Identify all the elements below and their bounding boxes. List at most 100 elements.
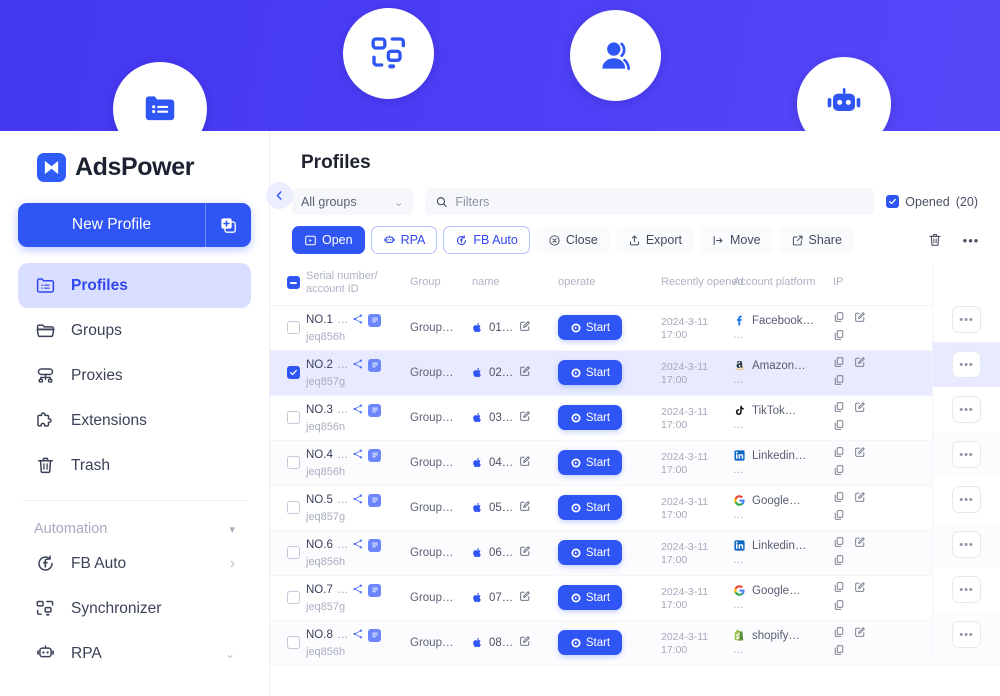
header-name[interactable]: name	[472, 264, 558, 305]
copy-ip-button[interactable]	[833, 311, 845, 326]
copy-ip-secondary-button[interactable]	[833, 599, 930, 614]
row-more-button[interactable]: •••	[952, 576, 981, 603]
more-options-button[interactable]: •••	[956, 226, 986, 254]
sidebar-item-fb-auto[interactable]: FB Auto ›	[18, 541, 251, 586]
edit-name-button[interactable]	[519, 635, 531, 650]
table-row[interactable]: NO.3… jeq856n Group… 03… Start 2024-3-11 17:00…	[270, 395, 1000, 441]
sidebar-item-synchronizer[interactable]: Synchronizer	[18, 586, 251, 631]
row-select-cell[interactable]	[270, 350, 306, 395]
row-more-button[interactable]: •••	[952, 441, 981, 468]
header-recently-opened[interactable]: Recently opened	[661, 264, 744, 305]
sidebar-item-trash[interactable]: Trash	[18, 443, 251, 488]
profile-badge-icon[interactable]	[368, 403, 382, 417]
row-select-cell[interactable]	[270, 620, 306, 665]
row-checkbox[interactable]	[287, 456, 300, 470]
edit-name-button[interactable]	[519, 500, 531, 515]
row-select-cell[interactable]	[270, 575, 306, 620]
start-button[interactable]: Start	[558, 450, 622, 476]
edit-ip-button[interactable]	[854, 491, 866, 506]
opened-checkbox[interactable]	[886, 195, 900, 208]
edit-ip-button[interactable]	[854, 356, 866, 371]
start-button[interactable]: Start	[558, 585, 622, 611]
edit-name-button[interactable]	[519, 455, 531, 470]
copy-ip-button[interactable]	[833, 536, 845, 551]
opened-filter[interactable]: Opened (20)	[886, 195, 984, 209]
row-select-cell[interactable]	[270, 530, 306, 575]
edit-name-button[interactable]	[519, 590, 531, 605]
sidebar-section-automation[interactable]: Automation ▾	[18, 513, 251, 541]
group-select[interactable]: All groups ⌄	[292, 188, 413, 215]
row-checkbox[interactable]	[287, 501, 300, 515]
search-box[interactable]	[425, 188, 875, 215]
edit-ip-button[interactable]	[854, 446, 866, 461]
start-button[interactable]: Start	[558, 495, 622, 521]
row-more-button[interactable]: •••	[952, 486, 981, 513]
row-more-button[interactable]: •••	[952, 351, 981, 378]
table-row[interactable]: NO.5… jeq857g Group… 05… Start 2024-3-11 17:00…	[270, 485, 1000, 531]
copy-ip-secondary-button[interactable]	[833, 464, 930, 479]
new-profile-add-button[interactable]	[205, 203, 251, 247]
sidebar-item-proxies[interactable]: Proxies	[18, 353, 251, 398]
profile-badge-icon[interactable]	[368, 538, 382, 552]
row-select-cell[interactable]	[270, 305, 306, 350]
row-checkbox[interactable]	[287, 636, 300, 650]
open-button[interactable]: Open	[292, 226, 365, 254]
sidebar-item-profiles[interactable]: Profiles	[18, 263, 251, 308]
start-button[interactable]: Start	[558, 315, 622, 341]
share-node-icon-wrap[interactable]	[352, 358, 364, 373]
edit-name-button[interactable]	[519, 320, 531, 335]
copy-ip-button[interactable]	[833, 626, 845, 641]
copy-ip-button[interactable]	[833, 401, 845, 416]
sidebar-item-rpa[interactable]: RPA ⌄	[18, 631, 251, 676]
banner-bubble-synchronizer[interactable]	[343, 8, 434, 99]
edit-name-button[interactable]	[519, 545, 531, 560]
copy-ip-button[interactable]	[833, 356, 845, 371]
profile-badge-icon[interactable]	[368, 448, 382, 462]
edit-name-button[interactable]	[519, 410, 531, 425]
copy-ip-secondary-button[interactable]	[833, 419, 930, 434]
row-select-cell[interactable]	[270, 395, 306, 440]
share-node-icon-wrap[interactable]	[352, 493, 364, 508]
close-button[interactable]: Close	[535, 226, 610, 254]
row-checkbox[interactable]	[287, 321, 300, 335]
copy-ip-button[interactable]	[833, 581, 845, 596]
profile-badge-icon[interactable]	[368, 358, 382, 372]
copy-ip-secondary-button[interactable]	[833, 374, 930, 389]
profile-badge-icon[interactable]	[368, 493, 382, 507]
delete-selected-button[interactable]	[920, 226, 950, 254]
row-checkbox[interactable]	[287, 591, 300, 605]
copy-ip-secondary-button[interactable]	[833, 329, 930, 344]
header-ip[interactable]: IP	[833, 264, 930, 305]
edit-ip-button[interactable]	[854, 536, 866, 551]
row-checkbox[interactable]	[287, 546, 300, 560]
header-account-platform[interactable]: Account platform	[733, 264, 833, 305]
select-all-header[interactable]	[270, 264, 306, 305]
row-more-button[interactable]: •••	[952, 531, 981, 558]
share-node-icon-wrap[interactable]	[352, 538, 364, 553]
row-select-cell[interactable]	[270, 440, 306, 485]
sidebar-item-groups[interactable]: Groups	[18, 308, 251, 353]
row-checkbox[interactable]	[287, 411, 300, 425]
select-all-checkbox[interactable]	[287, 276, 300, 290]
row-more-button[interactable]: •••	[952, 621, 981, 648]
edit-ip-button[interactable]	[854, 401, 866, 416]
share-node-icon-wrap[interactable]	[352, 313, 364, 328]
banner-bubble-user[interactable]	[570, 10, 661, 101]
edit-ip-button[interactable]	[854, 581, 866, 596]
edit-ip-button[interactable]	[854, 626, 866, 641]
share-node-icon-wrap[interactable]	[352, 448, 364, 463]
start-button[interactable]: Start	[558, 405, 622, 431]
fb-auto-button[interactable]: FB Auto	[443, 226, 530, 254]
new-profile-button[interactable]: New Profile	[18, 203, 205, 247]
edit-ip-button[interactable]	[854, 311, 866, 326]
table-row[interactable]: NO.4… jeq856h Group… 04… Start 2024-3-11 17:00…	[270, 440, 1000, 486]
table-row[interactable]: NO.1… jeq856h Group… 01… Start 2024-3-11 17:00…	[270, 305, 1000, 351]
profile-badge-icon[interactable]	[368, 313, 382, 327]
header-group[interactable]: Group	[410, 264, 472, 305]
copy-ip-secondary-button[interactable]	[833, 509, 930, 524]
profile-badge-icon[interactable]	[368, 628, 382, 642]
share-node-icon-wrap[interactable]	[352, 403, 364, 418]
start-button[interactable]: Start	[558, 630, 622, 656]
sidebar-collapse-button[interactable]	[266, 182, 293, 209]
header-operate[interactable]: operate	[558, 264, 661, 305]
